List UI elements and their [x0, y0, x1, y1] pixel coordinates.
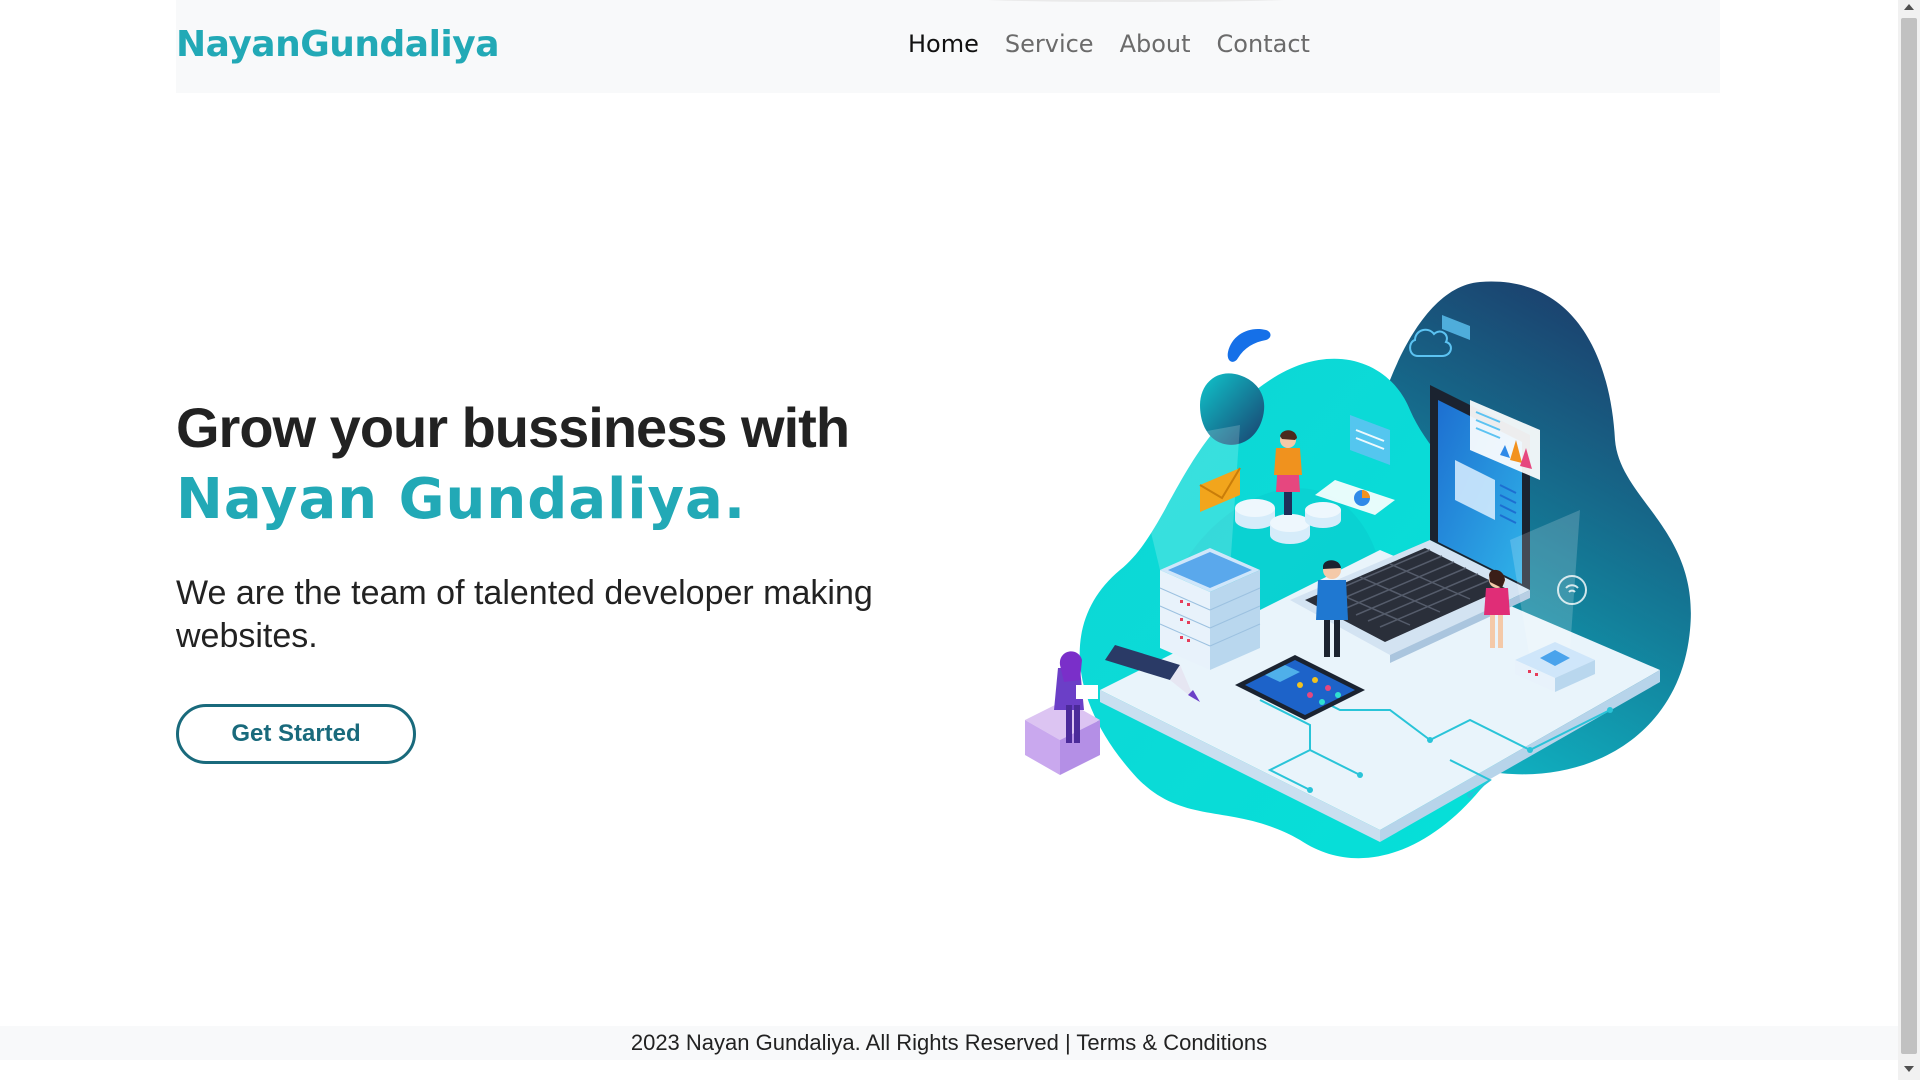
get-started-button[interactable]: Get Started	[176, 704, 416, 764]
hero-headline: Grow your bussiness with	[176, 396, 850, 459]
scroll-up-arrow-icon[interactable]	[1904, 4, 1914, 10]
scroll-down-arrow-icon[interactable]	[1904, 1066, 1914, 1072]
hero-text: Grow your bussiness with Nayan Gundaliya…	[176, 392, 956, 658]
page: NayanGundaliya Home Service About Contac…	[0, 0, 1898, 1080]
footer: 2023 Nayan Gundaliya. All Rights Reserve…	[0, 1026, 1898, 1060]
nav-shadow-decoration	[966, 0, 1306, 2]
navbar: NayanGundaliya Home Service About Contac…	[176, 0, 1720, 93]
nav-link-contact[interactable]: Contact	[1217, 30, 1310, 58]
footer-text: 2023 Nayan Gundaliya. All Rights Reserve…	[630, 1030, 1268, 1055]
nav-links: Home Service About Contact	[908, 30, 1310, 58]
brand-logo-link[interactable]: NayanGundaliya	[176, 24, 500, 65]
scrollbar-thumb[interactable]	[1901, 18, 1917, 1054]
isometric-tech-illustration	[1010, 270, 1710, 880]
nav-link-home[interactable]: Home	[908, 30, 979, 58]
hero-subtitle: We are the team of talented developer ma…	[176, 574, 873, 655]
nav-link-service[interactable]: Service	[1005, 30, 1094, 58]
vertical-scrollbar[interactable]	[1898, 0, 1920, 1080]
hero-brand-name: Nayan Gundaliya.	[176, 467, 747, 532]
nav-link-about[interactable]: About	[1120, 30, 1191, 58]
